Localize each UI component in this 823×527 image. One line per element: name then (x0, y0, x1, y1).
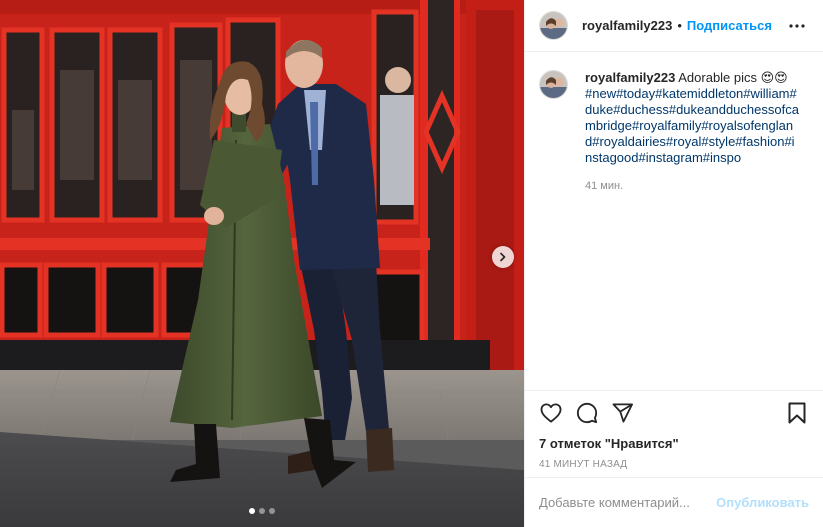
avatar[interactable] (539, 11, 568, 40)
like-button[interactable] (539, 401, 563, 425)
caption: royalfamily223 Adorable pics 😍😍 #new#tod… (539, 70, 809, 194)
header-separator: • (677, 18, 682, 33)
bookmark-icon (788, 402, 806, 424)
more-horizontal-icon (789, 23, 805, 28)
caption-text: Adorable pics 😍😍 (678, 70, 788, 85)
caption-body: royalfamily223 Adorable pics 😍😍 #new#tod… (585, 70, 799, 194)
follow-button[interactable]: Подписаться (687, 18, 772, 33)
post-author-username[interactable]: royalfamily223 (582, 18, 672, 33)
carousel-dot (249, 508, 255, 514)
actions-area: 7 отметок "Нравится" 41 МИНУТ НАЗАД (525, 390, 823, 477)
add-comment-bar: Опубликовать (525, 477, 823, 527)
carousel-next-button[interactable] (492, 246, 514, 268)
save-button[interactable] (785, 401, 809, 425)
avatar-image (540, 12, 567, 39)
post-side-panel: royalfamily223 • Подписаться royalfamily… (524, 0, 823, 527)
action-bar (539, 401, 809, 425)
heart-icon (540, 403, 562, 423)
comments-section: royalfamily223 Adorable pics 😍😍 #new#tod… (525, 52, 823, 390)
comment-input[interactable] (539, 495, 717, 510)
share-button[interactable] (611, 401, 635, 425)
avatar[interactable] (539, 70, 568, 99)
more-options-button[interactable] (785, 14, 809, 38)
caption-time: 41 мин. (585, 180, 624, 192)
caption-hashtags[interactable]: #new#today#katemiddleton#william#duke#du… (585, 86, 799, 165)
post-photo (0, 0, 524, 527)
comment-icon (576, 402, 598, 424)
carousel-dot (269, 508, 275, 514)
comment-button[interactable] (575, 401, 599, 425)
chevron-right-icon (500, 252, 506, 262)
instagram-post: royalfamily223 • Подписаться royalfamily… (0, 0, 823, 527)
carousel-dot (259, 508, 265, 514)
carousel-indicator (0, 508, 524, 514)
publish-button[interactable]: Опубликовать (716, 495, 809, 510)
share-plane-icon (612, 403, 633, 423)
likes-count[interactable]: 7 отметок "Нравится" (539, 436, 809, 451)
posted-time: 41 МИНУТ НАЗАД (539, 459, 628, 470)
avatar-image (540, 71, 567, 98)
post-header: royalfamily223 • Подписаться (525, 0, 823, 52)
post-media[interactable] (0, 0, 524, 527)
caption-username[interactable]: royalfamily223 (585, 70, 675, 85)
